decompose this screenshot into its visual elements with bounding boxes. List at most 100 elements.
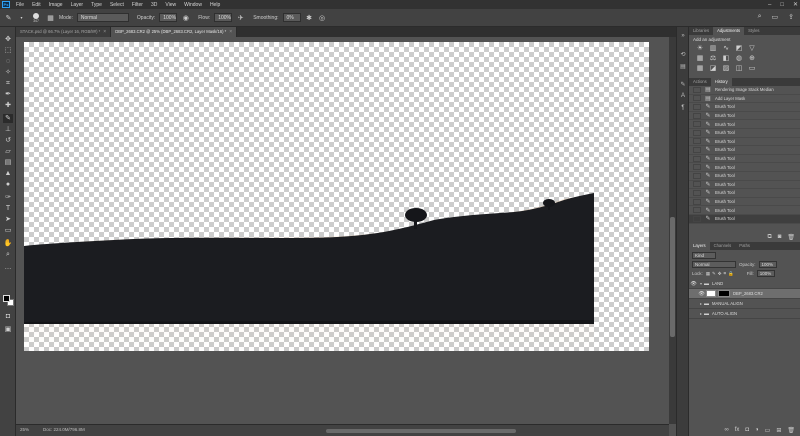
gradient-map-icon[interactable]: ▭ [747, 65, 757, 73]
history-item[interactable]: ▤ Rendering Image Stack Median [689, 86, 800, 95]
history-source-checkbox[interactable] [693, 103, 701, 110]
pressure-size-icon[interactable]: ◎ [318, 13, 327, 22]
history-item[interactable]: ✎ Brush Tool [689, 120, 800, 129]
history-source-checkbox[interactable] [693, 207, 701, 214]
menu-view[interactable]: View [161, 2, 180, 8]
mode-select[interactable]: Normal [76, 13, 129, 22]
canvas-area[interactable] [16, 37, 669, 424]
layer-thumbnail[interactable] [706, 290, 716, 297]
layer-row[interactable]: ▸ ▬ AUTO ALIGN [689, 309, 800, 319]
chevron-down-icon[interactable]: ▾ [700, 281, 702, 286]
screen-mode-icon[interactable]: ▣ [3, 325, 13, 334]
quick-select-tool-icon[interactable]: ✧ [3, 68, 13, 77]
menu-edit[interactable]: Edit [28, 2, 45, 8]
trash-icon[interactable]: 🗑 [787, 234, 795, 241]
eye-icon[interactable]: 👁 [689, 281, 698, 287]
history-item[interactable]: ✎ Brush Tool [689, 206, 800, 215]
collapse-icon[interactable]: » [679, 33, 687, 41]
more-tools-icon[interactable]: … [3, 263, 13, 272]
history-source-checkbox[interactable] [693, 129, 701, 136]
tab-adjustments[interactable]: Adjustments [713, 27, 745, 35]
type-tool-icon[interactable]: T [3, 204, 13, 213]
menu-image[interactable]: Image [45, 2, 67, 8]
brush-preset-icon[interactable]: ✎ [4, 13, 13, 22]
menu-3d[interactable]: 3D [147, 2, 161, 8]
horizontal-scroll-thumb[interactable] [326, 429, 516, 433]
hue-icon[interactable]: ▦ [695, 55, 705, 63]
maximize-icon[interactable]: □ [780, 2, 784, 8]
history-source-checkbox[interactable] [693, 95, 701, 102]
tab-history[interactable]: History [710, 78, 732, 86]
foreground-color-swatch[interactable] [3, 295, 10, 302]
tab-styles[interactable]: Styles [744, 27, 763, 35]
menu-type[interactable]: Type [87, 2, 106, 8]
gradient-tool-icon[interactable]: ▤ [3, 158, 13, 167]
new-group-icon[interactable]: ▭ [765, 427, 771, 434]
exposure-icon[interactable]: ◩ [734, 45, 744, 53]
history-item[interactable]: ✎ Brush Tool [689, 181, 800, 190]
tab-actions[interactable]: Actions [689, 78, 711, 86]
zoom-level[interactable]: 25% [20, 427, 29, 432]
flow-field[interactable]: 100% [214, 13, 233, 22]
vibrance-icon[interactable]: ▽ [747, 45, 757, 53]
chevron-right-icon[interactable]: ▸ [700, 301, 702, 306]
crop-tool-icon[interactable]: ⌗ [3, 79, 13, 88]
history-source-checkbox[interactable] [693, 86, 701, 93]
smoothing-field[interactable]: 0% [282, 13, 301, 22]
history-item[interactable]: ✎ Brush Tool [689, 163, 800, 172]
lock-icons[interactable]: ▦✎✥⌗🔒 [706, 271, 736, 277]
posterize-icon[interactable]: ▨ [721, 65, 731, 73]
brightness-icon[interactable]: ☀ [695, 45, 705, 53]
eye-icon[interactable]: 👁 [697, 291, 706, 297]
minimize-icon[interactable]: – [768, 2, 771, 8]
tab-libraries[interactable]: Libraries [689, 27, 713, 35]
tab-dbp-2683[interactable]: DBP_2683.CR2 @ 25% (DBP_2683.CR2, Layer … [111, 27, 238, 37]
new-document-icon[interactable]: ⧉ [767, 234, 771, 241]
chevron-right-icon[interactable]: ▸ [700, 311, 702, 316]
history-source-checkbox[interactable] [693, 164, 701, 171]
history-brush-tool-icon[interactable]: ↺ [3, 136, 13, 145]
close-icon[interactable]: × [103, 27, 106, 37]
menu-window[interactable]: Window [180, 2, 206, 8]
new-layer-icon[interactable]: ⊞ [776, 427, 781, 434]
lookup-icon[interactable]: ▦ [695, 65, 705, 73]
history-source-checkbox[interactable] [693, 198, 701, 205]
pen-tool-icon[interactable]: ✑ [3, 193, 13, 202]
layer-mask-thumbnail[interactable] [718, 290, 730, 297]
channel-mixer-icon[interactable]: ⊕ [747, 55, 757, 63]
layer-opacity-field[interactable]: 100% [758, 261, 777, 268]
hand-tool-icon[interactable]: ✋ [3, 239, 13, 248]
history-item[interactable]: ✎ Brush Tool [689, 214, 800, 224]
brush-size-picker[interactable]: 347 [30, 12, 42, 23]
history-item[interactable]: ▤ Add Layer Mask [689, 95, 800, 104]
quick-mask-icon[interactable]: ◘ [3, 312, 13, 321]
dodge-tool-icon[interactable]: ● [3, 180, 13, 189]
zoom-tool-icon[interactable]: ⌕ [3, 250, 13, 259]
menu-select[interactable]: Select [106, 2, 128, 8]
doc-size[interactable]: Doc: 224.0M/796.8M [43, 427, 85, 432]
photo-filter-icon[interactable]: ◍ [734, 55, 744, 63]
brush-tool-icon[interactable]: ✎ [3, 114, 13, 123]
close-icon[interactable]: × [229, 27, 232, 37]
menu-file[interactable]: File [12, 2, 28, 8]
history-source-checkbox[interactable] [693, 172, 701, 179]
path-select-tool-icon[interactable]: ➤ [3, 215, 13, 224]
share-icon[interactable]: ⇪ [788, 13, 794, 21]
color-balance-icon[interactable]: ⚖ [708, 55, 718, 63]
history-source-checkbox[interactable] [693, 146, 701, 153]
properties-icon[interactable]: ▤ [679, 63, 687, 71]
vertical-scrollbar[interactable] [669, 37, 676, 424]
layer-filter-select[interactable]: Kind [692, 252, 716, 259]
tab-paths[interactable]: Paths [735, 242, 754, 250]
levels-icon[interactable]: ▥ [708, 45, 718, 53]
camera-icon[interactable]: ◙ [778, 234, 782, 240]
pressure-opacity-icon[interactable]: ◉ [181, 13, 190, 22]
paragraph-icon[interactable]: ¶ [679, 105, 687, 113]
healing-tool-icon[interactable]: ✚ [3, 101, 13, 110]
tab-layers[interactable]: Layers [689, 242, 710, 250]
marquee-tool-icon[interactable]: ⬚ [3, 46, 13, 55]
menu-layer[interactable]: Layer [67, 2, 88, 8]
threshold-icon[interactable]: ◫ [734, 65, 744, 73]
fx-icon[interactable]: fx [735, 427, 740, 433]
stamp-tool-icon[interactable]: ⊥ [3, 125, 13, 134]
